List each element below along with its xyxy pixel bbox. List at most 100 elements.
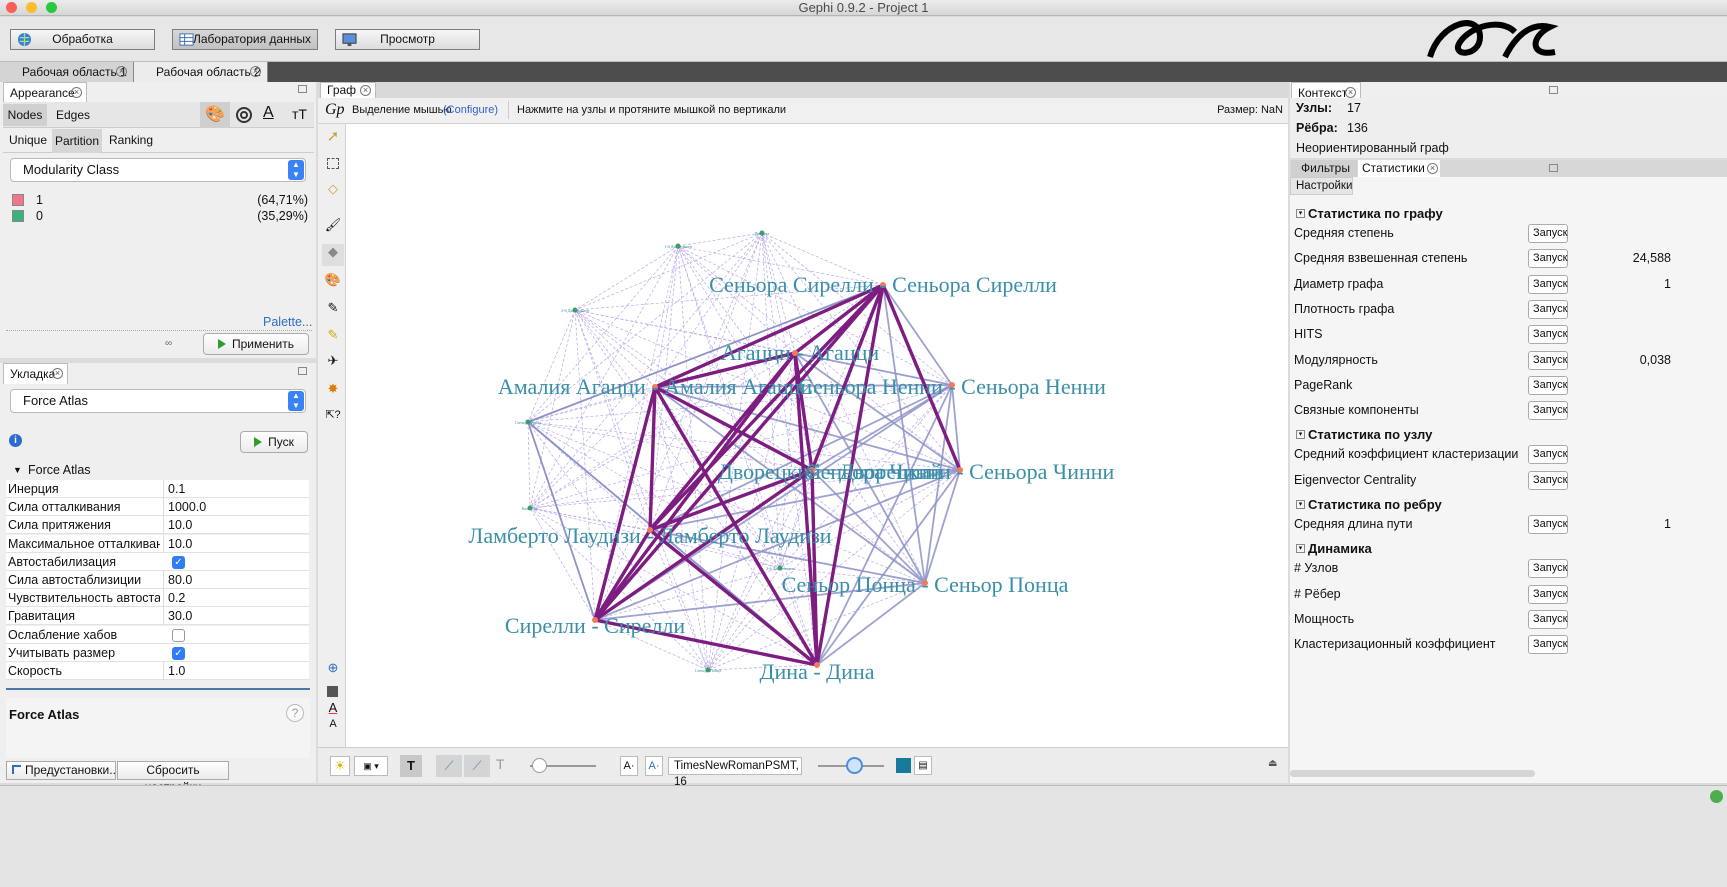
property-checkbox[interactable]: ✓: [172, 646, 185, 660]
run-statistic-button[interactable]: Запуск: [1528, 325, 1568, 345]
clipboard-icon[interactable]: ▤: [914, 756, 932, 775]
edge-weight-slider[interactable]: [530, 758, 596, 773]
configure-link[interactable]: (Configure): [443, 104, 498, 116]
run-statistic-button[interactable]: Запуск: [1528, 375, 1568, 395]
mode-preview-button[interactable]: Просмотр: [335, 29, 480, 50]
mode-overview-button[interactable]: Обработка: [10, 29, 155, 50]
slider-thumb[interactable]: [532, 758, 547, 773]
expand-icon[interactable]: ⏏: [1268, 758, 1277, 769]
pencil-icon[interactable]: ✎: [322, 300, 344, 322]
collapse-icon[interactable]: ▾: [1296, 209, 1305, 218]
run-statistic-button[interactable]: Запуск: [1528, 401, 1568, 421]
collapse-icon[interactable]: ▾: [1296, 430, 1305, 440]
close-icon[interactable]: ×: [116, 66, 127, 77]
airplane-icon[interactable]: ✈: [322, 353, 344, 375]
lightbulb-icon[interactable]: ☀: [330, 756, 350, 776]
link-icon[interactable]: ∞: [165, 338, 172, 349]
workspace-tab-1[interactable]: Рабочая область 1 ×: [0, 62, 134, 82]
partition-color-swatch[interactable]: [12, 210, 24, 222]
run-statistic-button[interactable]: Запуск: [1528, 274, 1568, 294]
collapse-icon[interactable]: ▾: [1296, 500, 1305, 509]
layout-tab[interactable]: Укладка ×: [3, 363, 68, 384]
help-icon[interactable]: ?: [286, 704, 304, 722]
close-icon[interactable]: ×: [360, 85, 371, 96]
run-statistic-button[interactable]: Запуск: [1528, 445, 1568, 465]
minimize-window-button[interactable]: [26, 2, 37, 13]
gear-icon[interactable]: ✸: [322, 381, 344, 403]
graph-canvas[interactable]: Сеньора Сирелли - Сеньора Сирелли Агацци …: [348, 124, 1286, 747]
mode-datalab-button[interactable]: Лаборатория данных: [172, 29, 318, 50]
label-size-icon[interactable]: тТ: [292, 106, 307, 122]
notification-icon[interactable]: [1710, 790, 1723, 803]
zoom-icon[interactable]: ⊕: [322, 660, 344, 682]
zoom-window-button[interactable]: [46, 2, 57, 13]
tab-edges[interactable]: Edges: [51, 104, 95, 126]
color-palette-icon[interactable]: 🎨: [200, 102, 230, 128]
tab-ranking[interactable]: Ranking: [109, 133, 153, 147]
tab-partition[interactable]: Partition: [52, 129, 102, 153]
run-statistic-button[interactable]: Запуск: [1528, 559, 1568, 579]
layout-algorithm-select[interactable]: Force Atlas ▲ ▼: [10, 389, 306, 413]
label-color-mode-icon[interactable]: A·: [645, 756, 663, 776]
label-size-icon[interactable]: A: [322, 718, 344, 740]
slider-thumb[interactable]: [846, 757, 863, 774]
reset-settings-button[interactable]: Сбросить настройки: [117, 761, 229, 794]
tab-nodes[interactable]: Nodes: [3, 104, 47, 126]
graph-tab[interactable]: Граф ×: [320, 82, 376, 98]
close-window-button[interactable]: [6, 2, 17, 13]
appearance-tab[interactable]: Appearance ×: [3, 82, 87, 103]
presets-button[interactable]: Предустановки...: [6, 761, 119, 780]
run-statistic-button[interactable]: Запуск: [1528, 224, 1568, 243]
close-icon[interactable]: ×: [250, 66, 261, 77]
property-value[interactable]: 1000.0: [163, 498, 309, 517]
edge-labels-icon[interactable]: T: [496, 756, 505, 772]
label-color-icon[interactable]: A: [263, 104, 274, 122]
partition-color-swatch[interactable]: [12, 194, 24, 206]
minimize-icon[interactable]: [1549, 164, 1558, 172]
label-font-field[interactable]: TimesNewRomanPSMT, 16: [668, 757, 802, 788]
help-cursor-icon[interactable]: ⇱?: [322, 408, 344, 430]
edge-display-icon[interactable]: ⟋: [436, 755, 462, 777]
rectangle-select-icon[interactable]: [322, 153, 344, 175]
run-statistic-button[interactable]: Запуск: [1528, 470, 1568, 490]
statistics-tab[interactable]: Статистики ×: [1358, 160, 1440, 177]
collapse-icon[interactable]: ▾: [1296, 544, 1305, 554]
lasso-select-icon[interactable]: ◇: [322, 181, 344, 203]
filters-tab[interactable]: Фильтры: [1291, 160, 1357, 177]
stats-settings-button[interactable]: Настройки: [1290, 177, 1353, 195]
property-value[interactable]: 1.0: [163, 662, 309, 680]
partition-attribute-select[interactable]: Modularity Class ▲ ▼: [10, 158, 306, 182]
property-value[interactable]: 0.1: [163, 480, 309, 498]
partition-item[interactable]: 0 (35,29%): [12, 208, 308, 224]
layout-section-header[interactable]: ▼ Force Atlas: [6, 461, 309, 479]
palette-link[interactable]: Palette...: [263, 315, 312, 329]
property-value[interactable]: 80.0: [163, 571, 309, 589]
info-icon[interactable]: i: [9, 434, 22, 447]
tab-unique[interactable]: Unique: [9, 133, 47, 147]
show-labels-icon[interactable]: T: [400, 755, 422, 777]
close-icon[interactable]: ×: [1427, 163, 1438, 174]
painter-icon[interactable]: 🎨: [322, 272, 344, 294]
run-statistic-button[interactable]: Запуск: [1528, 609, 1568, 629]
pointer-tool-icon[interactable]: ➚: [322, 127, 344, 149]
property-value[interactable]: 30.0: [163, 607, 309, 626]
run-statistic-button[interactable]: Запуск: [1528, 515, 1568, 534]
workspace-tab-2[interactable]: Рабочая область 2 ×: [134, 62, 268, 82]
close-icon[interactable]: ×: [71, 87, 82, 98]
label-size-mode-icon[interactable]: A·: [620, 756, 638, 776]
property-value[interactable]: 10.0: [163, 534, 309, 553]
property-value[interactable]: 0.2: [163, 589, 309, 608]
property-checkbox[interactable]: ✓: [172, 555, 185, 569]
run-statistic-button[interactable]: Запуск: [1528, 350, 1568, 370]
diamond-tool-icon[interactable]: ◆: [322, 244, 344, 266]
minimize-icon[interactable]: [298, 367, 307, 375]
edge-pencil-icon[interactable]: ✎: [322, 327, 344, 349]
edge-color-icon[interactable]: ⟋: [464, 755, 490, 777]
run-statistic-button[interactable]: Запуск: [1528, 249, 1568, 269]
horizontal-scrollbar[interactable]: [1290, 770, 1535, 777]
close-icon[interactable]: ×: [1345, 87, 1356, 98]
size-icon[interactable]: [235, 106, 253, 124]
close-icon[interactable]: ×: [52, 368, 63, 379]
label-color-swatch[interactable]: [896, 758, 911, 773]
minimize-icon[interactable]: [1549, 86, 1558, 94]
